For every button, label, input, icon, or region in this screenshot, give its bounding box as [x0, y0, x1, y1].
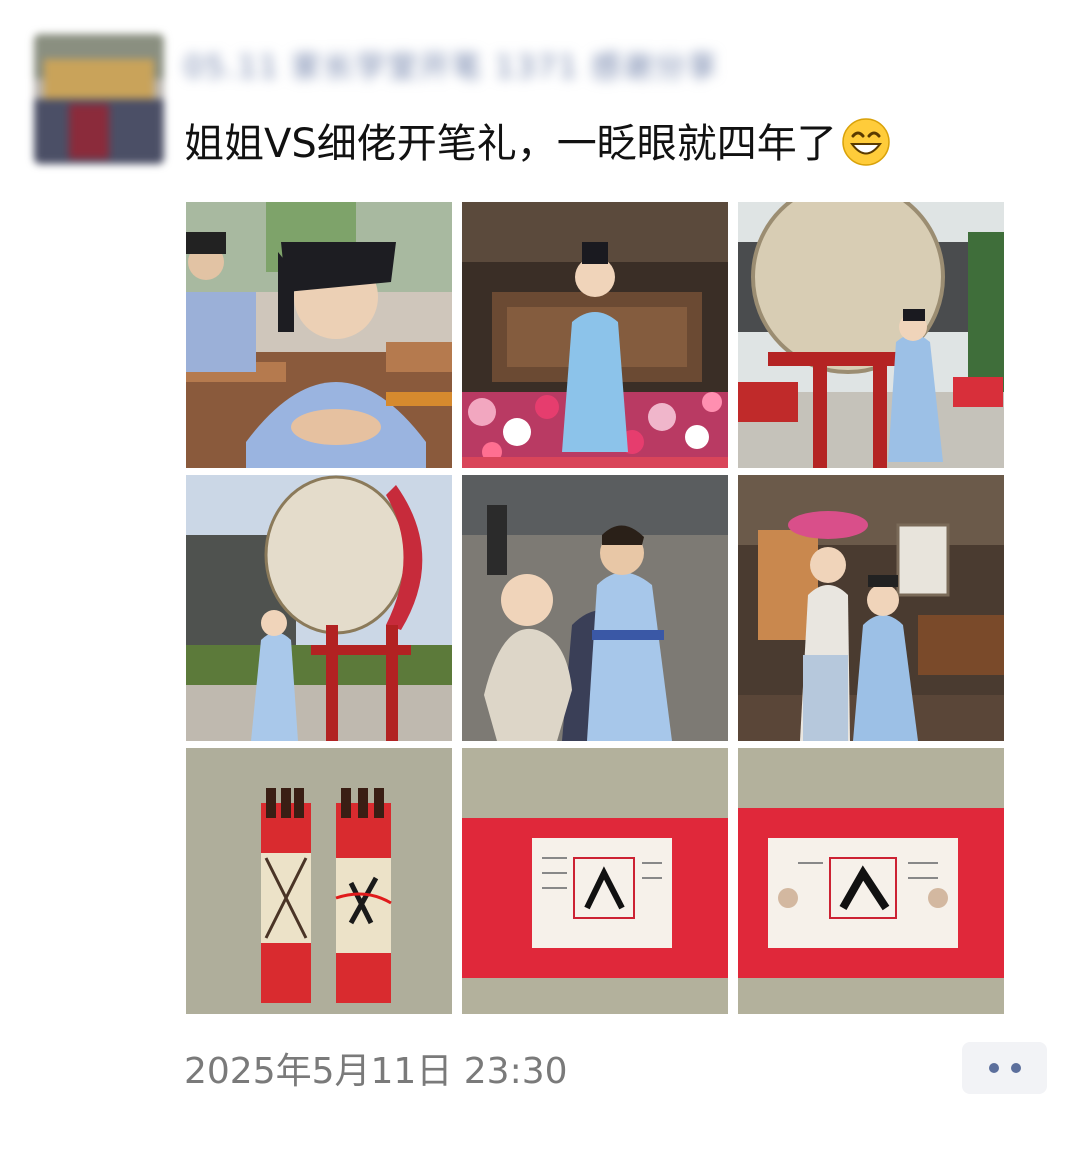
- photo-scrolls-rolled[interactable]: [186, 748, 452, 1014]
- dot-icon: [1010, 1063, 1021, 1073]
- author-name[interactable]: 05.11 家长学堂开笔 1371 感谢分享: [184, 46, 820, 90]
- dot-icon: [988, 1063, 999, 1073]
- photo-grid: [186, 202, 1004, 1014]
- grinning-face-emoji-icon: [841, 117, 891, 186]
- photo-girl-with-flowers[interactable]: [462, 202, 728, 468]
- post-timestamp: 2025年5月11日 23:30: [184, 1051, 568, 1092]
- photo-girl-with-drum[interactable]: [738, 202, 1004, 468]
- more-options-button[interactable]: [962, 1042, 1047, 1094]
- photo-siblings-courtyard[interactable]: [462, 475, 728, 741]
- photo-girl-at-desk[interactable]: [186, 202, 452, 468]
- photo-scroll-ren-2[interactable]: [738, 748, 1004, 1014]
- post-text-content: 姐姐VS细佬开笔礼，一眨眼就四年了: [184, 121, 837, 167]
- photo-siblings-hall[interactable]: [738, 475, 1004, 741]
- author-avatar[interactable]: [34, 34, 164, 164]
- post-text: 姐姐VS细佬开笔礼，一眨眼就四年了: [184, 112, 1044, 186]
- photo-boy-with-drum[interactable]: [186, 475, 452, 741]
- photo-scroll-ren-1[interactable]: [462, 748, 728, 1014]
